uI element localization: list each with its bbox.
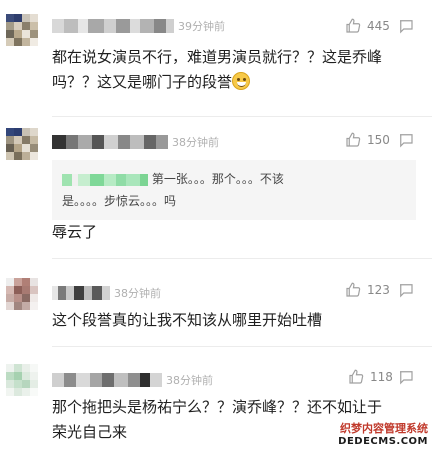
avatar[interactable] <box>6 14 38 46</box>
quoted-text-line: 是。。。。步惊云。。。吗 <box>62 194 177 208</box>
quoted-username-blurred <box>62 173 148 186</box>
comment-text: 这个段誉真的让我不知该从哪里开始吐槽 <box>52 311 323 329</box>
watermark-line: DEDECMS.COM <box>338 436 428 447</box>
username-blurred[interactable] <box>52 19 174 33</box>
comment-time: 38分钟前 <box>114 287 161 300</box>
reply-comment-icon[interactable] <box>397 368 415 386</box>
comment-text: 都在说女演员不行，难道男演员就行？？这是乔峰吗？？这又是哪门子的段誉 <box>52 45 422 95</box>
divider <box>52 346 432 347</box>
comment-meta: 38分钟前 <box>52 132 219 152</box>
like-count: 123 <box>367 283 390 297</box>
comment-time: 39分钟前 <box>178 20 225 33</box>
quoted-text-line: 第一张。。。那个。。。不该 <box>151 172 284 186</box>
grinning-sweat-emoji-icon <box>232 72 251 90</box>
reply-comment-icon[interactable] <box>397 131 415 149</box>
like-count: 150 <box>367 133 390 147</box>
watermark-line: 织梦内容管理系统 <box>340 422 428 435</box>
comment-time: 38分钟前 <box>166 374 213 387</box>
quoted-reply[interactable]: 第一张。。。那个。。。不该 是。。。。步惊云。。。吗 <box>52 160 416 220</box>
like-button[interactable]: 445 <box>344 16 390 36</box>
like-count: 118 <box>370 370 393 384</box>
comment-text: 辱云了 <box>52 223 98 241</box>
thumbs-up-icon <box>346 18 361 33</box>
reply-comment-icon[interactable] <box>397 17 415 35</box>
quoted-line: 第一张。。。那个。。。不该 <box>62 168 406 190</box>
site-watermark: 织梦内容管理系统 DEDECMS.COM <box>338 420 428 447</box>
avatar[interactable] <box>6 278 38 310</box>
divider <box>52 258 432 259</box>
thumbs-up-icon <box>346 132 361 147</box>
thumbs-up-icon <box>349 369 364 384</box>
comment-meta: 38分钟前 <box>52 370 213 390</box>
divider <box>52 116 432 117</box>
like-button[interactable]: 150 <box>344 130 390 150</box>
avatar[interactable] <box>6 364 38 396</box>
username-blurred[interactable] <box>52 286 110 300</box>
avatar[interactable] <box>6 128 38 160</box>
comment-meta: 39分钟前 <box>52 16 225 36</box>
comment-meta: 38分钟前 <box>52 283 161 303</box>
like-count: 445 <box>367 19 390 33</box>
comment-text-line: 那个拖把头是杨祐宁么？？演乔峰？？还不如让于 <box>52 398 383 416</box>
comment-text-content: 都在说女演员不行，难道男演员就行？？这是乔峰吗？？这又是哪门子的段誉 <box>52 48 383 91</box>
thumbs-up-icon <box>346 282 361 297</box>
like-button[interactable]: 123 <box>344 280 390 300</box>
reply-comment-icon[interactable] <box>397 281 415 299</box>
username-blurred[interactable] <box>52 135 168 149</box>
username-blurred[interactable] <box>52 373 162 387</box>
comment-time: 38分钟前 <box>172 136 219 149</box>
like-button[interactable]: 118 <box>347 367 393 387</box>
